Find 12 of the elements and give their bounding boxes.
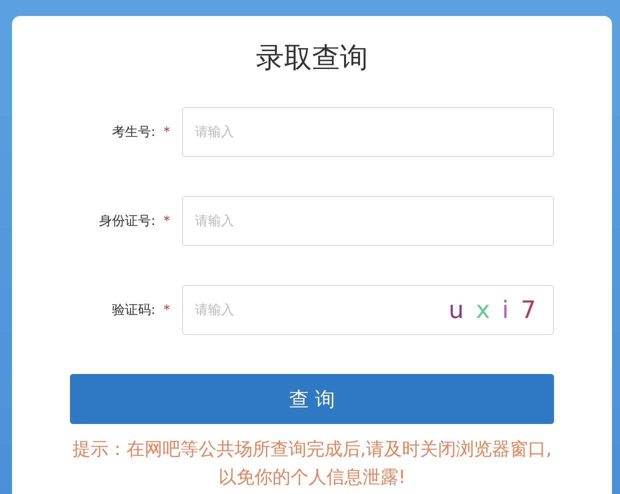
field-label: 身份证号: [98, 214, 156, 229]
field-label: 考生号: [112, 125, 156, 140]
input-field[interactable]: 请输入 [182, 107, 554, 157]
captcha-image[interactable]: u x i 7 [448, 295, 536, 325]
required-mark: * [164, 214, 170, 229]
notice-text: 提示：在网吧等公共场所查询完成后,请及时关闭浏览器窗口,以免你的个人信息泄露! [71, 438, 553, 490]
required-mark: * [164, 125, 170, 140]
field-label: 验证码: [112, 303, 156, 318]
page-title: 录取查询 [255, 40, 369, 76]
query-button[interactable]: 查 询 [70, 374, 554, 424]
required-mark: * [164, 303, 170, 318]
input-field[interactable]: 请输入 [182, 196, 554, 246]
